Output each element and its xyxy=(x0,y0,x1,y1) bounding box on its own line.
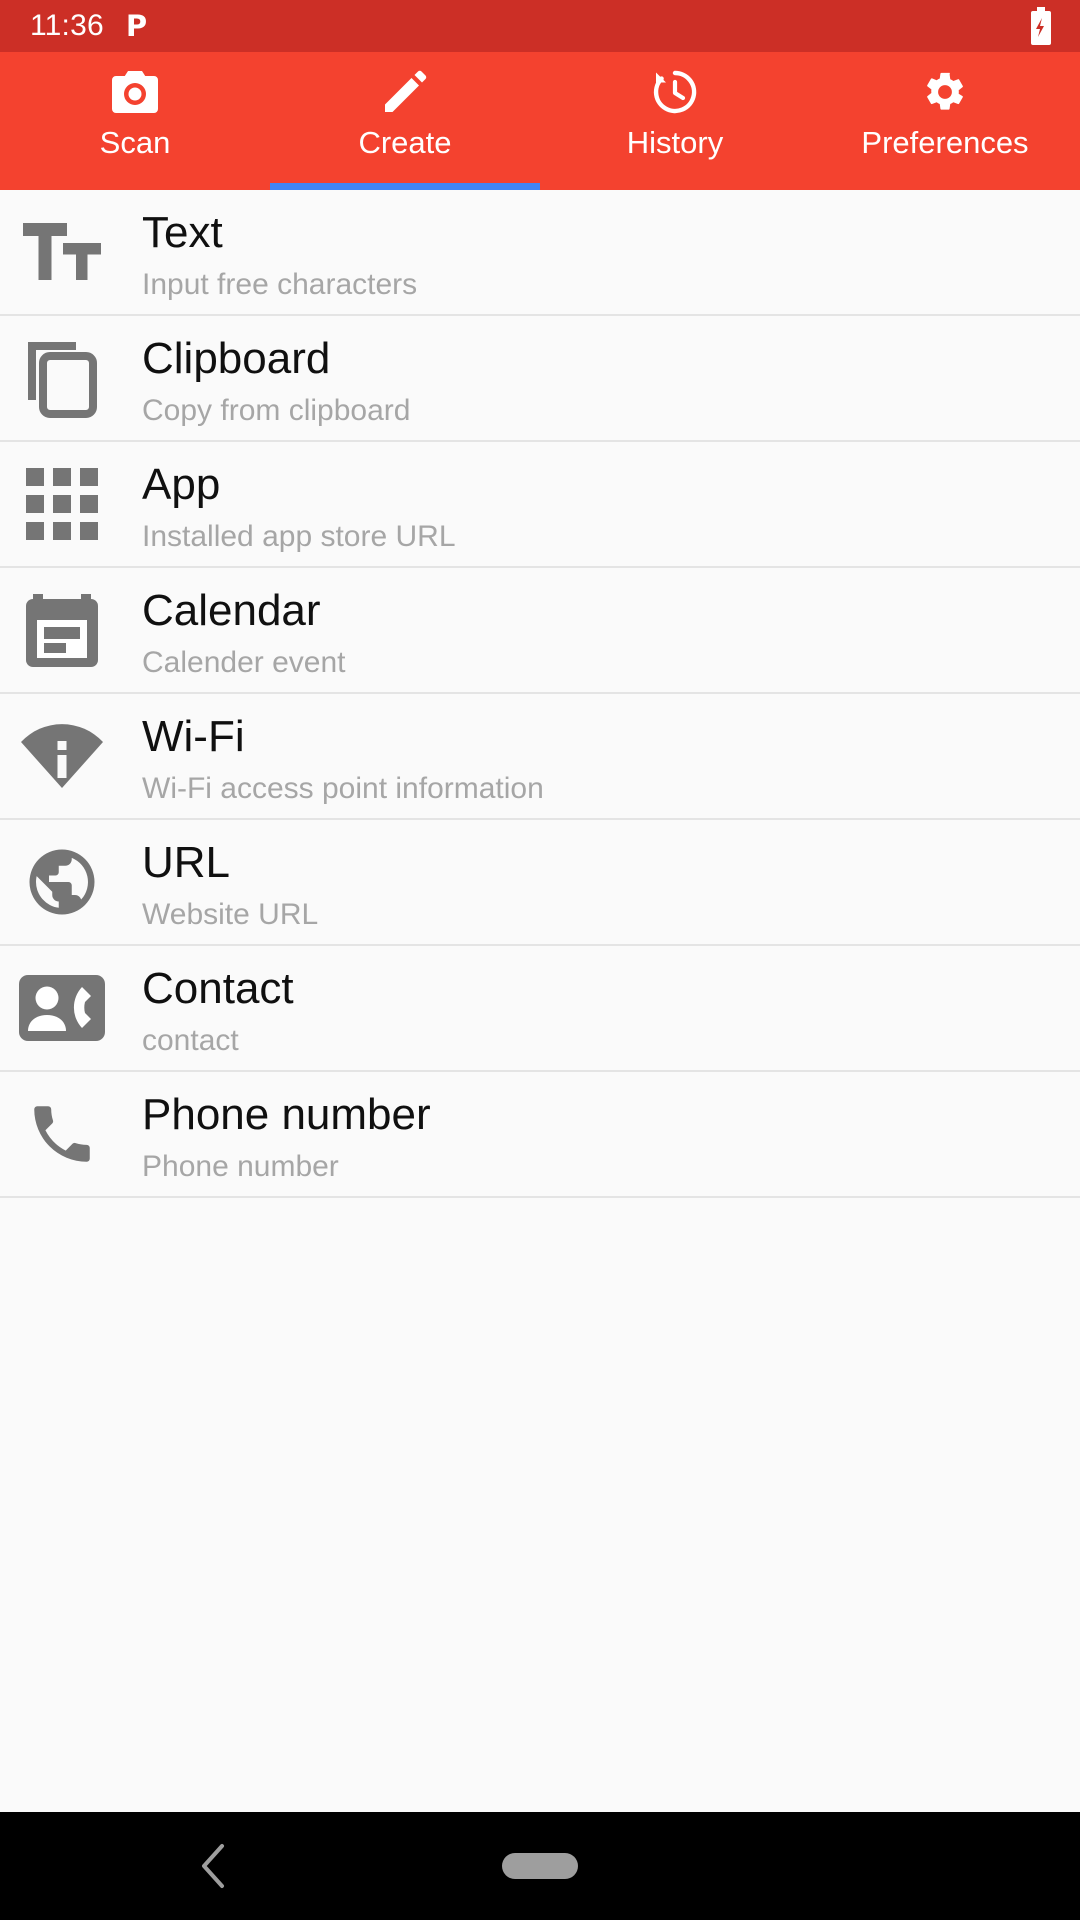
tab-label-history: History xyxy=(626,125,724,160)
list-item-title: Wi-Fi xyxy=(142,712,245,762)
list-item-wifi[interactable]: Wi-Fi Wi-Fi access point information xyxy=(0,694,1080,820)
chevron-left-icon[interactable] xyxy=(190,1843,236,1889)
gear-icon xyxy=(922,69,968,115)
history-clock-icon xyxy=(652,69,698,115)
list-item-text-labels: Text Input free characters xyxy=(106,190,1080,314)
home-pill-icon[interactable] xyxy=(502,1853,578,1879)
camera-icon xyxy=(112,69,158,115)
list-item-url[interactable]: URL Website URL xyxy=(0,820,1080,946)
wifi-info-icon xyxy=(18,712,106,800)
list-item-subtitle: Phone number xyxy=(142,1150,339,1183)
list-item-title: Clipboard xyxy=(142,334,331,384)
list-item-title: Calendar xyxy=(142,586,321,636)
list-item-title: URL xyxy=(142,838,231,888)
pencil-icon xyxy=(383,69,427,115)
active-tab-indicator xyxy=(270,183,540,190)
list-item-title: Contact xyxy=(142,964,294,1014)
list-item-title: App xyxy=(142,460,221,510)
status-bar-right xyxy=(1028,7,1054,45)
tab-label-scan: Scan xyxy=(99,125,171,160)
tab-label-create: Create xyxy=(358,125,452,160)
clipboard-copy-icon xyxy=(18,334,106,422)
calendar-icon xyxy=(18,586,106,674)
battery-charging-icon xyxy=(1028,7,1054,45)
list-item-title: Text xyxy=(142,208,223,258)
status-bar-left: 11:36 P xyxy=(30,11,147,41)
list-item-subtitle: Copy from clipboard xyxy=(142,394,411,427)
list-item-subtitle: Calender event xyxy=(142,646,346,679)
list-item-app-labels: App Installed app store URL xyxy=(106,442,1080,566)
phone-screen: 11:36 P Scan Create History Preferences … xyxy=(0,0,1080,1920)
list-item-url-labels: URL Website URL xyxy=(106,820,1080,944)
list-item-text[interactable]: Text Input free characters xyxy=(0,190,1080,316)
list-item-phone-labels: Phone number Phone number xyxy=(106,1072,1080,1196)
app-grid-icon xyxy=(18,460,106,548)
contact-card-icon xyxy=(18,964,106,1052)
list-item-app[interactable]: App Installed app store URL xyxy=(0,442,1080,568)
list-item-subtitle: Installed app store URL xyxy=(142,520,456,553)
list-item-calendar-labels: Calendar Calender event xyxy=(106,568,1080,692)
list-item-wifi-labels: Wi-Fi Wi-Fi access point information xyxy=(106,694,1080,818)
list-item-subtitle: Wi-Fi access point information xyxy=(142,772,544,805)
list-item-clipboard-labels: Clipboard Copy from clipboard xyxy=(106,316,1080,440)
list-item-phone-number[interactable]: Phone number Phone number xyxy=(0,1072,1080,1198)
tab-scan[interactable]: Scan xyxy=(0,52,270,190)
text-format-icon xyxy=(18,208,106,296)
tab-history[interactable]: History xyxy=(540,52,810,190)
tab-label-preferences: Preferences xyxy=(861,125,1029,160)
tab-bar: Scan Create History Preferences xyxy=(0,52,1080,190)
list-item-subtitle: Website URL xyxy=(142,898,319,931)
phone-icon xyxy=(18,1090,106,1178)
list-item-subtitle: Input free characters xyxy=(142,268,418,301)
status-bar: 11:36 P xyxy=(0,0,1080,52)
list-item-contact-labels: Contact contact xyxy=(106,946,1080,1070)
list-item-contact[interactable]: Contact contact xyxy=(0,946,1080,1072)
create-type-list: Text Input free characters Clipboard Cop… xyxy=(0,190,1080,1812)
notification-p-icon: P xyxy=(125,8,148,43)
list-item-calendar[interactable]: Calendar Calender event xyxy=(0,568,1080,694)
globe-icon xyxy=(18,838,106,926)
list-item-clipboard[interactable]: Clipboard Copy from clipboard xyxy=(0,316,1080,442)
system-navigation-bar xyxy=(0,1812,1080,1920)
status-clock: 11:36 xyxy=(30,9,104,42)
tab-create[interactable]: Create xyxy=(270,52,540,190)
tab-preferences[interactable]: Preferences xyxy=(810,52,1080,190)
list-item-title: Phone number xyxy=(142,1090,431,1140)
list-item-subtitle: contact xyxy=(142,1024,239,1057)
